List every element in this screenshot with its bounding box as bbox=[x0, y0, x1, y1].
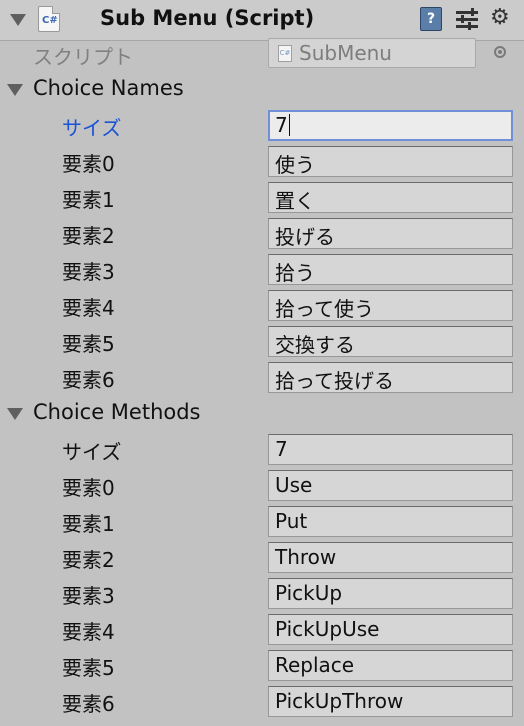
script-field[interactable]: C# SubMenu bbox=[268, 38, 476, 68]
choice-methods-element-label: 要素5 bbox=[62, 656, 115, 680]
choice-names-size-field[interactable]: 7 bbox=[268, 110, 513, 141]
choice-methods-element-field[interactable]: PickUpThrow bbox=[268, 686, 513, 717]
choice-methods-element-label: 要素6 bbox=[62, 692, 115, 716]
choice-names-element-field[interactable]: 投げる bbox=[268, 218, 513, 249]
choice-methods-element-field[interactable]: Put bbox=[268, 506, 513, 537]
choice-names-size-label: サイズ bbox=[62, 116, 122, 140]
choice-methods-element-field[interactable]: Throw bbox=[268, 542, 513, 573]
help-icon[interactable]: ? bbox=[420, 7, 442, 31]
choice-names-element-label: 要素0 bbox=[62, 152, 115, 176]
choice-names-element-label: 要素4 bbox=[62, 296, 115, 320]
choice-methods-foldout-icon[interactable] bbox=[7, 408, 23, 420]
choice-methods-title[interactable]: Choice Methods bbox=[33, 400, 201, 424]
choice-methods-size-field[interactable]: 7 bbox=[268, 434, 513, 465]
choice-names-element-label: 要素6 bbox=[62, 368, 115, 392]
foldout-arrow-icon[interactable] bbox=[10, 14, 26, 26]
component-header: C# Sub Menu (Script) ? ⚙ bbox=[0, 0, 524, 41]
script-label: スクリプト bbox=[33, 45, 133, 69]
choice-names-element-field[interactable]: 使う bbox=[268, 146, 513, 177]
choice-names-element-field[interactable]: 交換する bbox=[268, 326, 513, 357]
choice-methods-size-label: サイズ bbox=[62, 440, 122, 464]
component-title: Sub Menu (Script) bbox=[100, 6, 315, 30]
preset-icon[interactable] bbox=[456, 8, 478, 30]
choice-methods-element-label: 要素3 bbox=[62, 584, 115, 608]
choice-names-foldout-icon[interactable] bbox=[7, 84, 23, 96]
choice-names-title[interactable]: Choice Names bbox=[33, 76, 184, 100]
choice-methods-element-label: 要素2 bbox=[62, 548, 115, 572]
script-value: SubMenu bbox=[299, 41, 392, 65]
text-caret bbox=[288, 114, 290, 136]
script-file-icon: C# bbox=[278, 45, 292, 62]
choice-names-element-label: 要素2 bbox=[62, 224, 115, 248]
choice-names-element-field[interactable]: 置く bbox=[268, 182, 513, 213]
choice-methods-element-label: 要素0 bbox=[62, 476, 115, 500]
choice-names-element-field[interactable]: 拾う bbox=[268, 254, 513, 285]
choice-methods-element-field[interactable]: Replace bbox=[268, 650, 513, 681]
choice-methods-element-field[interactable]: Use bbox=[268, 470, 513, 501]
choice-methods-element-field[interactable]: PickUpUse bbox=[268, 614, 513, 645]
choice-names-element-field[interactable]: 拾って使う bbox=[268, 290, 513, 321]
choice-methods-element-field[interactable]: PickUp bbox=[268, 578, 513, 609]
gear-icon[interactable]: ⚙ bbox=[490, 4, 510, 32]
object-picker-icon[interactable] bbox=[494, 46, 506, 58]
choice-names-element-field[interactable]: 拾って投げる bbox=[268, 362, 513, 393]
choice-methods-element-label: 要素4 bbox=[62, 620, 115, 644]
choice-names-element-label: 要素1 bbox=[62, 188, 115, 212]
csharp-script-icon: C# bbox=[38, 6, 60, 32]
choice-names-element-label: 要素5 bbox=[62, 332, 115, 356]
choice-methods-element-label: 要素1 bbox=[62, 512, 115, 536]
choice-names-element-label: 要素3 bbox=[62, 260, 115, 284]
